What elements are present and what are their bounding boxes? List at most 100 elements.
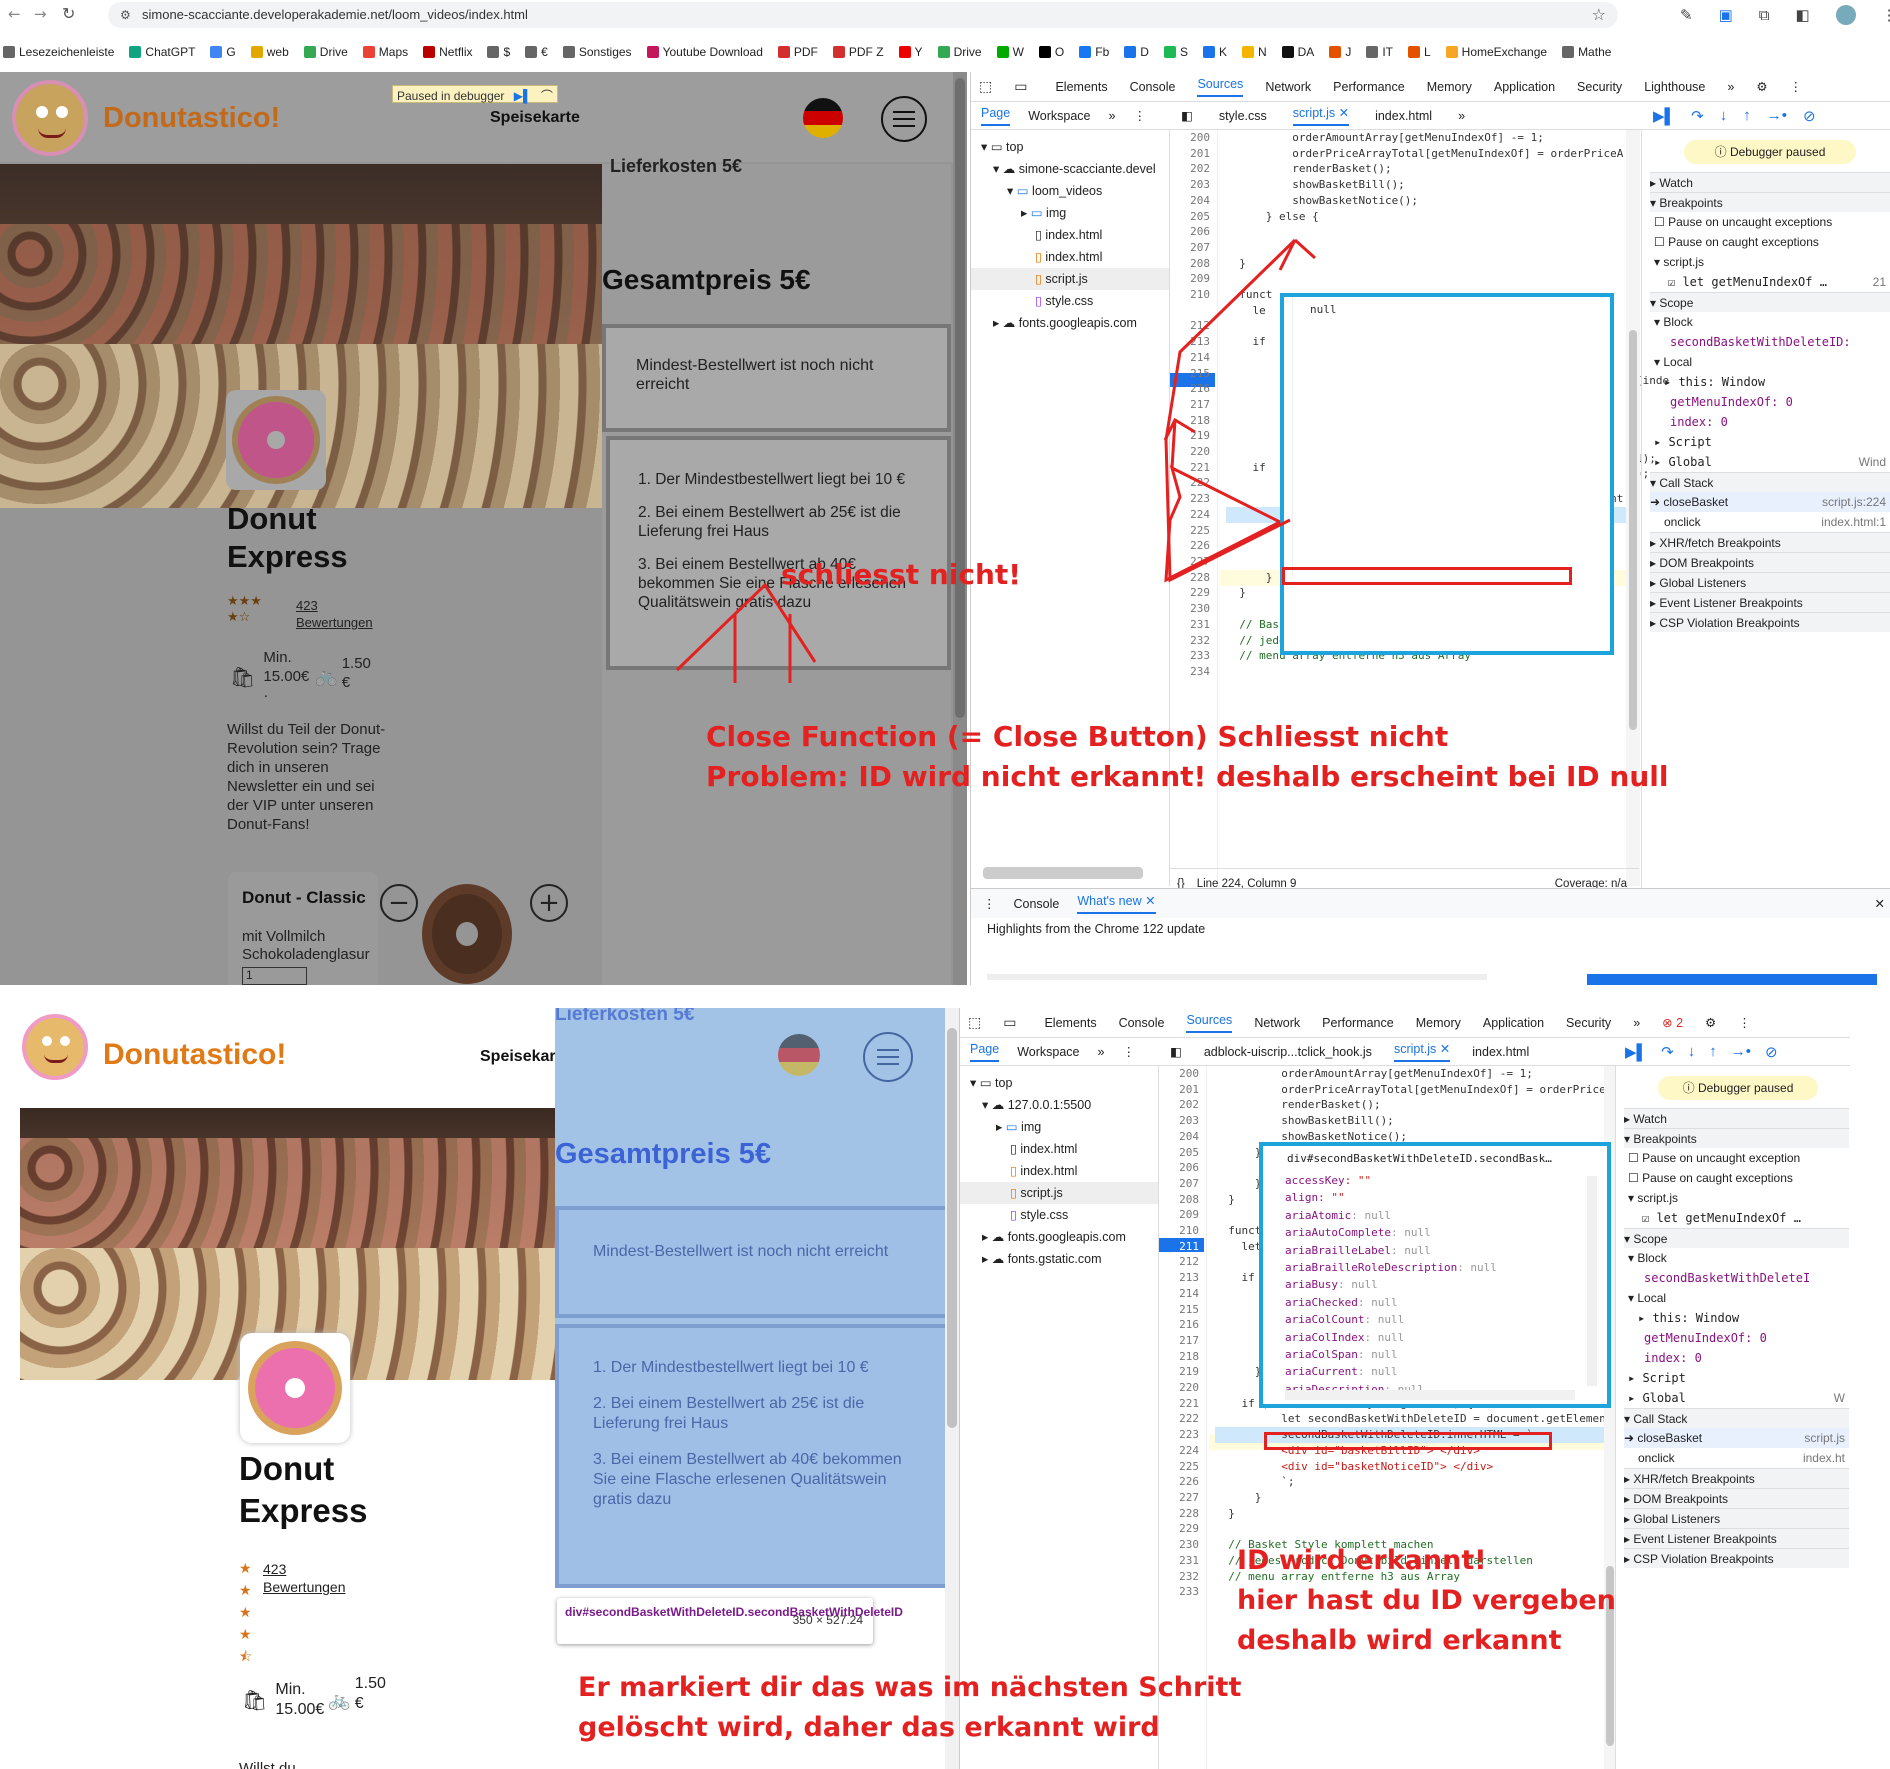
deactivate-breakpoints-button-b[interactable]: ⊘: [1765, 1043, 1778, 1061]
step-into-button-b[interactable]: ↓: [1688, 1043, 1696, 1060]
sidebar-row[interactable]: ▸ this: Window: [1624, 1308, 1849, 1328]
code-line[interactable]: renderBasket();: [1215, 1097, 1605, 1113]
line-number[interactable]: 213: [1159, 1270, 1199, 1286]
code-line[interactable]: [1215, 1521, 1605, 1537]
line-number[interactable]: 205: [1159, 1145, 1199, 1161]
sidebar-row[interactable]: ▾ Breakpoints: [1624, 1128, 1849, 1148]
more-tabs-icon-b[interactable]: »: [1098, 1045, 1105, 1059]
popup-prop-row[interactable]: ariaChecked: null: [1285, 1294, 1497, 1311]
sidebar-toggle-icon-b[interactable]: ◧: [1170, 1044, 1182, 1059]
popup-scrollbar[interactable]: [1587, 1176, 1597, 1386]
line-number[interactable]: 220: [1159, 1380, 1199, 1396]
line-number[interactable]: 226: [1159, 1474, 1199, 1490]
inspect-icon-b[interactable]: ⬚: [968, 1015, 981, 1031]
tree-b-script[interactable]: ▯ script.js: [960, 1182, 1158, 1204]
line-number[interactable]: 201: [1159, 1082, 1199, 1098]
sidebar-row[interactable]: ▾ Call Stack: [1624, 1408, 1849, 1428]
sidebar-row[interactable]: ➜ closeBasket script.js: [1624, 1428, 1849, 1448]
sidebar-row[interactable]: ▸ Global Listeners: [1624, 1508, 1849, 1528]
popup-prop-row[interactable]: ariaColCount: null: [1285, 1311, 1497, 1328]
popup-prop-row[interactable]: ariaBrailleLabel: null: [1285, 1242, 1497, 1259]
line-number[interactable]: 216: [1159, 1317, 1199, 1333]
line-number[interactable]: 202: [1159, 1097, 1199, 1113]
sidebar-row[interactable]: ▾ Block: [1624, 1248, 1849, 1268]
sidebar-row[interactable]: ☑ let getMenuIndexOf …: [1624, 1208, 1849, 1228]
line-number[interactable]: 227: [1159, 1490, 1199, 1506]
line-number[interactable]: 208: [1159, 1192, 1199, 1208]
devtools-tab[interactable]: Memory: [1416, 1016, 1461, 1030]
german-flag-icon-b[interactable]: [778, 1034, 820, 1076]
sidebar-row[interactable]: ▸ Script: [1624, 1368, 1849, 1388]
line-number[interactable]: 200: [1159, 1066, 1199, 1082]
step-button-b[interactable]: →•: [1731, 1043, 1751, 1060]
devtools-tab[interactable]: Elements: [1044, 1016, 1096, 1030]
sidebar-row[interactable]: onclick index.ht: [1624, 1448, 1849, 1468]
popup-prop-row[interactable]: ariaColIndex: null: [1285, 1329, 1497, 1346]
line-number[interactable]: 214: [1159, 1286, 1199, 1302]
file-tab-script-b[interactable]: script.js ✕: [1393, 1041, 1451, 1062]
line-number[interactable]: 221: [1159, 1396, 1199, 1412]
sidebar-row[interactable]: ▸ Global W: [1624, 1388, 1849, 1408]
tree-b-index2[interactable]: ▯ index.html: [960, 1160, 1158, 1182]
devtools-menu-icon[interactable]: ⋮: [1738, 1015, 1751, 1030]
subtab-workspace-b[interactable]: Workspace: [1017, 1045, 1079, 1059]
line-number[interactable]: 222: [1159, 1411, 1199, 1427]
sidebar-row[interactable]: ☐ Pause on uncaught exception: [1624, 1148, 1849, 1168]
file-tab-adblock[interactable]: adblock-uiscrip...tclick_hook.js: [1204, 1045, 1372, 1059]
line-number[interactable]: 232: [1159, 1569, 1199, 1585]
tree-b-index1[interactable]: ▯ index.html: [960, 1138, 1158, 1160]
popup-prop-row[interactable]: accessKey: "": [1285, 1172, 1497, 1189]
tree-b-top[interactable]: ▾ ▭ top: [960, 1072, 1158, 1094]
devtools-tab[interactable]: Network: [1254, 1016, 1300, 1030]
sidebar-row[interactable]: index: 0: [1624, 1348, 1849, 1368]
code-line[interactable]: orderPriceArrayTotal[getMenuIndexOf] = o…: [1215, 1082, 1605, 1098]
sidebar-row[interactable]: ▸ Watch: [1624, 1108, 1849, 1128]
sidebar-row[interactable]: ☐ Pause on caught exceptions: [1624, 1168, 1849, 1188]
tree-b-img[interactable]: ▸ ▭ img: [960, 1116, 1158, 1138]
devtools-tab[interactable]: Performance: [1322, 1016, 1394, 1030]
step-out-button-b[interactable]: ↑: [1709, 1043, 1717, 1060]
popup-prop-row[interactable]: ariaBrailleRoleDescription: null: [1285, 1259, 1497, 1276]
line-number[interactable]: 212: [1159, 1254, 1199, 1270]
code-line[interactable]: showBasketBill();: [1215, 1113, 1605, 1129]
line-number[interactable]: 207: [1159, 1176, 1199, 1192]
device-toggle-icon-b[interactable]: ▭: [1003, 1015, 1016, 1031]
code-line[interactable]: }: [1215, 1490, 1605, 1506]
code-line[interactable]: <div id="basketNoticeID"> </div>: [1215, 1459, 1605, 1475]
tree-b-fonts1[interactable]: ▸ ☁ fonts.googleapis.com: [960, 1226, 1158, 1248]
line-number[interactable]: 210: [1159, 1223, 1199, 1239]
popup-prop-row[interactable]: align: "": [1285, 1189, 1497, 1206]
popup-prop-row[interactable]: ariaAutoComplete: null: [1285, 1224, 1497, 1241]
line-number[interactable]: 231: [1159, 1553, 1199, 1569]
code-line[interactable]: }: [1215, 1506, 1605, 1522]
line-number[interactable]: 229: [1159, 1521, 1199, 1537]
popup-prop-row[interactable]: ariaAtomic: null: [1285, 1207, 1497, 1224]
devtools-tab[interactable]: Sources: [1186, 1013, 1233, 1033]
resume-button-b[interactable]: ▶▌: [1625, 1043, 1647, 1061]
line-number[interactable]: 204: [1159, 1129, 1199, 1145]
line-number[interactable]: 217: [1159, 1333, 1199, 1349]
sidebar-row[interactable]: getMenuIndexOf: 0: [1624, 1328, 1849, 1348]
line-number[interactable]: 233: [1159, 1584, 1199, 1600]
line-number[interactable]: 215: [1159, 1302, 1199, 1318]
sidebar-row[interactable]: ▸ Event Listener Breakpoints: [1624, 1528, 1849, 1548]
line-number[interactable]: 206: [1159, 1160, 1199, 1176]
devtools-tab[interactable]: Application: [1483, 1016, 1544, 1030]
popup-prop-row[interactable]: ariaBusy: null: [1285, 1276, 1497, 1293]
step-over-button-b[interactable]: ↷: [1661, 1043, 1674, 1061]
code-line[interactable]: let secondBasketWithDeleteID = document.…: [1215, 1411, 1605, 1427]
page-scrollbar-b[interactable]: [945, 1008, 959, 1769]
line-number[interactable]: 203: [1159, 1113, 1199, 1129]
settings-gear-icon[interactable]: ⚙: [1705, 1015, 1716, 1030]
devtools-tab[interactable]: Console: [1119, 1016, 1165, 1030]
line-number[interactable]: 209: [1159, 1207, 1199, 1223]
line-number[interactable]: 219: [1159, 1364, 1199, 1380]
code-line[interactable]: `;: [1215, 1474, 1605, 1490]
line-number[interactable]: 211: [1159, 1239, 1199, 1255]
tree-b-fonts2[interactable]: ▸ ☁ fonts.gstatic.com: [960, 1248, 1158, 1270]
sidebar-row[interactable]: ▸ DOM Breakpoints: [1624, 1488, 1849, 1508]
tree-b-localhost[interactable]: ▾ ☁ 127.0.0.1:5500: [960, 1094, 1158, 1116]
line-number[interactable]: 225: [1159, 1459, 1199, 1475]
line-number[interactable]: 223: [1159, 1427, 1199, 1443]
tree-b-style[interactable]: ▯ style.css: [960, 1204, 1158, 1226]
